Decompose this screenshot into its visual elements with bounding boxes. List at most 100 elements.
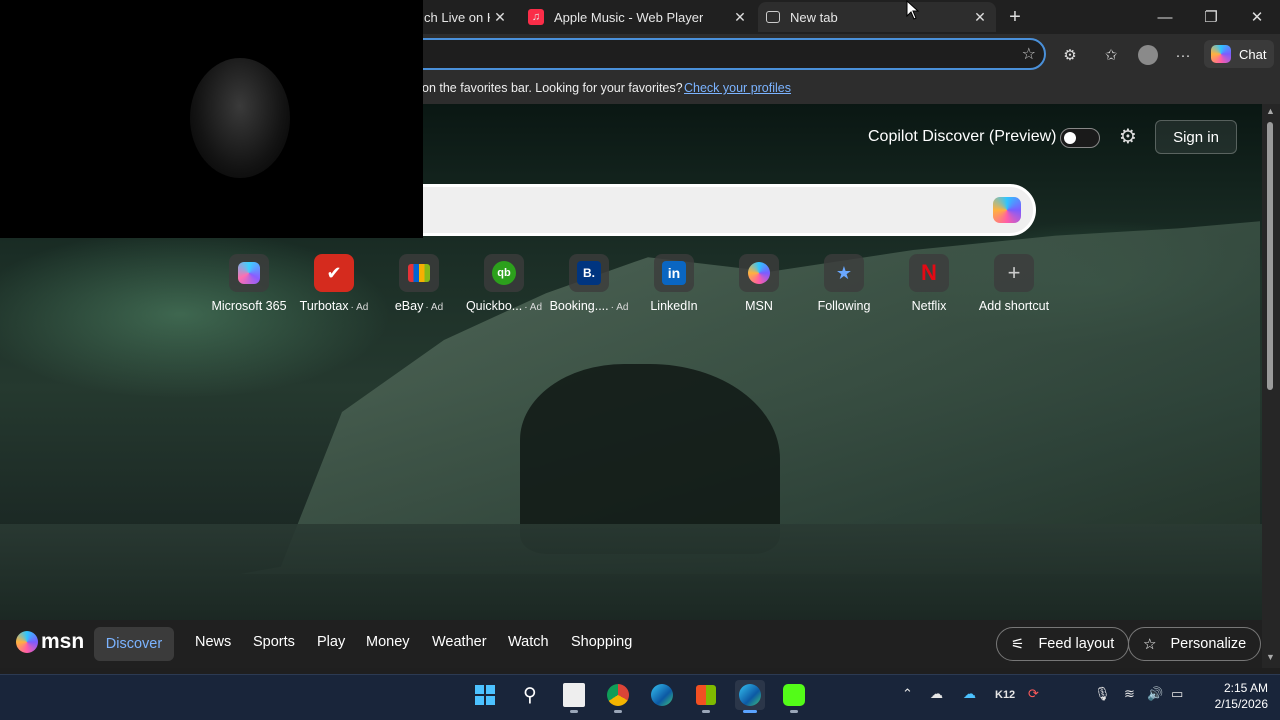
scroll-up-icon[interactable]: ▲	[1266, 106, 1275, 116]
webcam-overlay	[0, 0, 423, 238]
chevron-up-icon[interactable]: ⌃	[902, 686, 913, 702]
tab-title: Apple Music - Web Player	[554, 9, 704, 25]
nav-weather[interactable]: Weather	[432, 634, 487, 650]
ad-badge: · Ad	[425, 302, 444, 313]
profile-avatar[interactable]	[1135, 44, 1161, 66]
tab-apple-music[interactable]: ♫ Apple Music - Web Player ✕	[520, 2, 756, 32]
scroll-down-icon[interactable]: ▼	[1266, 652, 1275, 662]
chrome-icon[interactable]	[603, 680, 633, 713]
msn-icon	[739, 254, 779, 292]
plus-icon: +	[994, 254, 1034, 292]
copilot-discover-toggle[interactable]	[1060, 128, 1100, 148]
running-indicator	[790, 710, 798, 713]
shortcut-label: Add shortcut	[978, 299, 1050, 313]
shortcut-label: Microsoft 365	[211, 299, 287, 313]
page-scrollbar[interactable]: ▲ ▼	[1262, 104, 1280, 668]
search-icon[interactable]: ⚲	[515, 680, 545, 710]
netflix-glyph: N	[921, 260, 937, 285]
msn-logo[interactable]: msn	[16, 630, 84, 654]
running-indicator	[743, 710, 757, 713]
microsoft-365-icon	[229, 254, 269, 292]
nav-money[interactable]: Money	[366, 634, 410, 650]
shortcut-microsoft-365[interactable]: Microsoft 365	[207, 254, 291, 313]
kick-app-icon[interactable]	[779, 680, 809, 713]
terms-of-use-app-icon[interactable]	[559, 680, 589, 713]
shortcut-turbotax[interactable]: ✔ Turbotax · Ad	[292, 254, 376, 313]
copilot-discover-label: Copilot Discover (Preview)	[868, 128, 1057, 145]
shortcut-label: Netflix	[911, 299, 947, 313]
shortcut-linkedin[interactable]: in LinkedIn	[632, 254, 716, 313]
check-profiles-link[interactable]: Check your profiles	[684, 81, 791, 95]
shortcut-booking[interactable]: B. Booking.... · Ad	[547, 254, 631, 313]
running-indicator	[614, 710, 622, 713]
nav-watch[interactable]: Watch	[508, 634, 549, 650]
new-tab-button[interactable]: +	[1000, 4, 1030, 30]
close-icon[interactable]: ✕	[732, 9, 748, 26]
clock-date: 2/15/2026	[1214, 697, 1268, 711]
taskbar-clock[interactable]: 2:15 AM 2/15/2026	[1200, 680, 1268, 712]
shortcut-add[interactable]: + Add shortcut	[972, 254, 1056, 313]
volume-icon[interactable]: 🔊	[1147, 686, 1163, 702]
sign-in-button[interactable]: Sign in	[1155, 120, 1237, 154]
nav-shopping[interactable]: Shopping	[571, 634, 632, 650]
ad-badge: · Ad	[610, 302, 629, 313]
shortcut-label: Booking....	[549, 299, 609, 313]
linkedin-icon: in	[654, 254, 694, 292]
webcam-face	[190, 58, 290, 178]
minimize-icon[interactable]: —	[1150, 4, 1180, 30]
search-input[interactable]	[380, 184, 1036, 236]
extensions-icon[interactable]: ⚙	[1057, 44, 1083, 66]
shortcut-following[interactable]: ★ Following	[802, 254, 886, 313]
microphone-icon[interactable]: 🎙	[1094, 686, 1111, 702]
wifi-icon[interactable]: ≋	[1124, 686, 1135, 702]
tab-kick[interactable]: ch Live on Ki ✕	[424, 2, 518, 32]
tab-new-tab[interactable]: New tab ✕	[758, 2, 996, 32]
quickbooks-glyph: qb	[492, 261, 516, 285]
copilot-icon[interactable]	[993, 197, 1021, 223]
restore-icon[interactable]: ❐	[1196, 4, 1226, 30]
settings-gear-icon[interactable]: ⚙	[1116, 125, 1140, 149]
sync-icon[interactable]: ⟳	[1028, 686, 1039, 702]
running-indicator	[702, 710, 710, 713]
start-button[interactable]	[470, 680, 500, 710]
star-icon: ☆	[1143, 636, 1157, 653]
nav-play[interactable]: Play	[317, 634, 345, 650]
microsoft-store-icon[interactable]	[691, 680, 721, 713]
sliders-icon: ⚟	[1011, 636, 1025, 653]
toggle-knob	[1064, 132, 1076, 144]
clock-time: 2:15 AM	[1223, 681, 1268, 695]
close-icon[interactable]: ✕	[972, 9, 988, 26]
k12-tray-icon[interactable]: K12	[995, 689, 1015, 701]
shortcut-quickbooks[interactable]: qb Quickbo... · Ad	[462, 254, 546, 313]
nav-discover[interactable]: Discover	[94, 627, 174, 661]
windows-icon	[475, 685, 495, 705]
address-bar[interactable]: ☆	[400, 38, 1046, 70]
taskbar	[0, 674, 1280, 720]
close-window-icon[interactable]: ✕	[1242, 4, 1272, 30]
edge-icon[interactable]	[647, 680, 677, 710]
nav-news[interactable]: News	[195, 634, 231, 650]
onedrive-grey-icon[interactable]: ☁	[930, 686, 943, 702]
mouse-cursor	[906, 0, 920, 20]
nav-sports[interactable]: Sports	[253, 634, 295, 650]
new-tab-icon	[766, 11, 780, 23]
personalize-label: Personalize	[1170, 636, 1247, 652]
shortcut-msn[interactable]: MSN	[717, 254, 801, 313]
battery-icon[interactable]: ▭	[1171, 686, 1183, 702]
scrollbar-thumb[interactable]	[1267, 122, 1273, 390]
feed-layout-button[interactable]: ⚟ Feed layout	[996, 627, 1130, 661]
shortcut-netflix[interactable]: N Netflix	[887, 254, 971, 313]
shortcut-ebay[interactable]: eBay · Ad	[377, 254, 461, 313]
more-menu-icon[interactable]: ···	[1170, 44, 1196, 66]
shortcut-label: LinkedIn	[650, 299, 698, 313]
chat-label: Chat	[1239, 46, 1267, 62]
edge-profile-icon[interactable]	[735, 680, 765, 713]
shortcut-label: Following	[817, 299, 871, 313]
close-icon[interactable]: ✕	[492, 9, 508, 26]
favorite-star-icon[interactable]: ☆	[1022, 44, 1036, 64]
copilot-icon	[1211, 45, 1231, 63]
favorites-icon[interactable]: ✩	[1098, 44, 1124, 66]
personalize-button[interactable]: ☆ Personalize	[1128, 627, 1262, 661]
onedrive-blue-icon[interactable]: ☁	[963, 686, 976, 702]
copilot-chat-button[interactable]: Chat	[1204, 40, 1274, 68]
